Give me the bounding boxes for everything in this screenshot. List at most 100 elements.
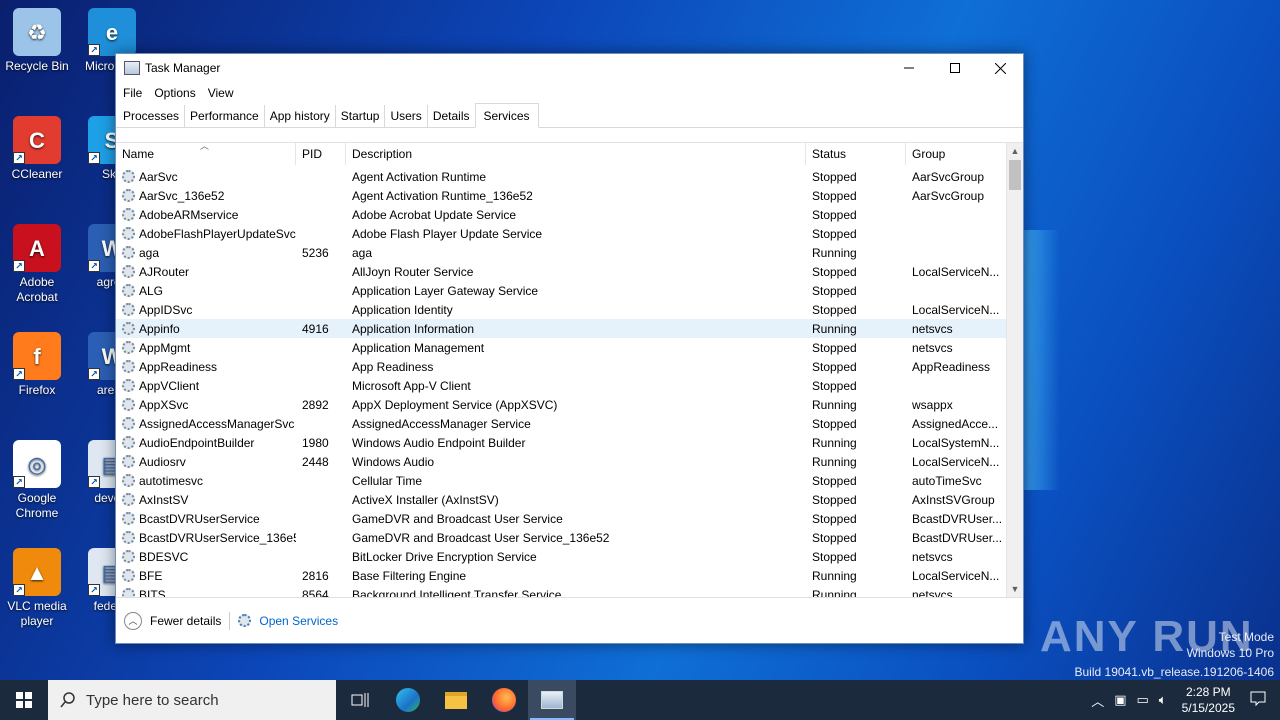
- edge-icon: e ↗: [88, 8, 136, 56]
- table-row[interactable]: Appinfo 4916 Application Information Runnin…: [116, 319, 1007, 338]
- column-header-pid[interactable]: PID: [296, 143, 346, 165]
- clock[interactable]: 2:28 PM 5/15/2025: [1182, 684, 1235, 716]
- tab-users[interactable]: Users: [385, 105, 428, 127]
- table-row[interactable]: AudioEndpointBuilder 1980 Windows Audio En…: [116, 433, 1007, 452]
- close-button[interactable]: [977, 54, 1023, 82]
- table-row[interactable]: autotimesvc Cellular Time Stopped autoTimeS…: [116, 471, 1007, 490]
- desktop-icon-ccleaner[interactable]: C ↗ CCleaner: [0, 116, 74, 182]
- vertical-scrollbar[interactable]: ▲ ▼: [1006, 143, 1023, 597]
- device-icon[interactable]: ▣: [1114, 692, 1126, 708]
- service-description-cell: Application Identity: [352, 302, 453, 317]
- desktop-icon-recycle-bin[interactable]: ♻ Recycle Bin: [0, 8, 74, 74]
- table-row[interactable]: AppReadiness App Readiness Stopped AppReadi…: [116, 357, 1007, 376]
- service-name-cell: AdobeFlashPlayerUpdateSvc: [116, 227, 296, 241]
- menu-options[interactable]: Options: [149, 86, 200, 100]
- open-services-link[interactable]: Open Services: [259, 614, 338, 628]
- column-header-description[interactable]: Description: [346, 143, 806, 165]
- taskbar-file-explorer-button[interactable]: [432, 680, 480, 720]
- desktop-icon-google-chrome[interactable]: ◎ ↗ Google Chrome: [0, 440, 74, 521]
- service-description-cell: aga: [352, 245, 373, 260]
- service-description-cell: Agent Activation Runtime: [352, 169, 487, 184]
- table-row[interactable]: ALG Application Layer Gateway Service Stop…: [116, 281, 1007, 300]
- volume-icon[interactable]: 🔈︎: [1159, 692, 1167, 708]
- desktop-icon-adobe-acrobat[interactable]: A ↗ Adobe Acrobat: [0, 224, 74, 305]
- desktop-icon-vlc-media-player[interactable]: ▲ ↗ VLC media player: [0, 548, 74, 629]
- minimize-button[interactable]: [886, 54, 932, 82]
- taskbar-task-manager-button[interactable]: [528, 680, 576, 720]
- shortcut-arrow-icon: ↗: [13, 260, 25, 272]
- tab-startup[interactable]: Startup: [336, 105, 386, 127]
- table-row[interactable]: AarSvc Agent Activation Runtime Stopped Aar…: [116, 167, 1007, 186]
- task-manager-window: Task Manager File Options View Processes…: [115, 53, 1024, 644]
- table-row[interactable]: AssignedAccessManagerSvc AssignedAccessMa…: [116, 414, 1007, 433]
- service-description-cell: Application Information: [352, 321, 475, 336]
- service-status-cell: Stopped: [812, 378, 857, 393]
- close-icon: [994, 62, 1006, 74]
- service-name: ALG: [139, 283, 164, 298]
- table-row[interactable]: AxInstSV ActiveX Installer (AxInstSV) Stop…: [116, 490, 1007, 509]
- service-gear-icon: [122, 322, 135, 335]
- service-name-cell: AssignedAccessManagerSvc: [116, 417, 296, 431]
- tab-app-history[interactable]: App history: [265, 105, 336, 127]
- table-row[interactable]: AppVClient Microsoft App-V Client Stopped: [116, 376, 1007, 395]
- tab-details[interactable]: Details: [428, 105, 475, 127]
- service-gear-icon: [122, 284, 135, 297]
- service-gear-icon: [122, 189, 135, 202]
- service-group-cell: netsvcs: [912, 587, 953, 598]
- taskbar-edge-button[interactable]: [384, 680, 432, 720]
- tab-performance[interactable]: Performance: [185, 105, 265, 127]
- sort-ascending-icon: ︿: [200, 142, 210, 151]
- notification-icon[interactable]: [1250, 691, 1266, 710]
- tab-services[interactable]: Services: [474, 103, 539, 128]
- task-view-button[interactable]: [336, 680, 384, 720]
- vlc-media-player-icon: ▲ ↗: [13, 548, 61, 596]
- service-name-cell: AxInstSV: [116, 493, 296, 507]
- fewer-details-link[interactable]: Fewer details: [150, 614, 221, 628]
- service-name: AxInstSV: [139, 492, 189, 507]
- column-header-group[interactable]: Group: [906, 143, 1006, 165]
- chevron-up-icon[interactable]: ︿: [124, 611, 142, 630]
- table-row[interactable]: aga 5236 aga Running: [116, 243, 1007, 262]
- start-button[interactable]: [0, 680, 48, 720]
- column-header-name[interactable]: ︿ Name: [116, 143, 296, 165]
- table-row[interactable]: AdobeARMservice Adobe Acrobat Update Serv…: [116, 205, 1007, 224]
- service-description-cell: Cellular Time: [352, 473, 423, 488]
- service-status-cell: Stopped: [812, 169, 857, 184]
- taskbar-search-box[interactable]: Type here to search: [48, 680, 336, 720]
- menu-file[interactable]: File: [118, 86, 147, 100]
- service-name: AdobeFlashPlayerUpdateSvc: [139, 226, 296, 241]
- table-row[interactable]: AJRouter AllJoyn Router Service Stopped Loc…: [116, 262, 1007, 281]
- scroll-down-icon[interactable]: ▼: [1007, 581, 1023, 597]
- table-row[interactable]: AppXSvc 2892 AppX Deployment Service (AppX…: [116, 395, 1007, 414]
- table-row[interactable]: BcastDVRUserService_136e52 GameDVR and Br…: [116, 528, 1007, 547]
- taskbar-firefox-button[interactable]: [480, 680, 528, 720]
- column-header-status[interactable]: Status: [806, 143, 906, 165]
- ccleaner-icon: C ↗: [13, 116, 61, 164]
- service-status-cell: Stopped: [812, 264, 857, 279]
- table-row[interactable]: Audiosrv 2448 Windows Audio Running LocalSer…: [116, 452, 1007, 471]
- table-row[interactable]: BcastDVRUserService GameDVR and Broadcast…: [116, 509, 1007, 528]
- table-row[interactable]: AppIDSvc Application Identity Stopped Local…: [116, 300, 1007, 319]
- service-description-cell: Agent Activation Runtime_136e52: [352, 188, 533, 203]
- desktop-icon-firefox[interactable]: f ↗ Firefox: [0, 332, 74, 398]
- table-row[interactable]: BITS 8564 Background Intelligent Transfer …: [116, 585, 1007, 597]
- table-row[interactable]: AppMgmt Application Management Stopped nets…: [116, 338, 1007, 357]
- service-gear-icon: [122, 246, 135, 259]
- table-row[interactable]: AdobeFlashPlayerUpdateSvc Adobe Flash Pla…: [116, 224, 1007, 243]
- menu-view[interactable]: View: [203, 86, 239, 100]
- service-name-cell: BITS: [116, 588, 296, 597]
- maximize-button[interactable]: [932, 54, 978, 82]
- table-row[interactable]: AarSvc_136e52 Agent Activation Runtime_13…: [116, 186, 1007, 205]
- network-icon[interactable]: ▭: [1137, 692, 1149, 708]
- service-status-cell: Stopped: [812, 530, 857, 545]
- scrollbar-thumb[interactable]: [1009, 160, 1021, 190]
- chevron-up-icon[interactable]: ︿: [1091, 691, 1104, 710]
- title-bar[interactable]: Task Manager: [116, 54, 1023, 82]
- service-gear-icon: [122, 227, 135, 240]
- scroll-up-icon[interactable]: ▲: [1007, 143, 1023, 160]
- table-row[interactable]: BFE 2816 Base Filtering Engine Running Local…: [116, 566, 1007, 585]
- table-row[interactable]: BDESVC BitLocker Drive Encryption Service…: [116, 547, 1007, 566]
- shortcut-arrow-icon: ↗: [88, 44, 100, 56]
- service-status-cell: Stopped: [812, 359, 857, 374]
- tab-processes[interactable]: Processes: [118, 105, 186, 127]
